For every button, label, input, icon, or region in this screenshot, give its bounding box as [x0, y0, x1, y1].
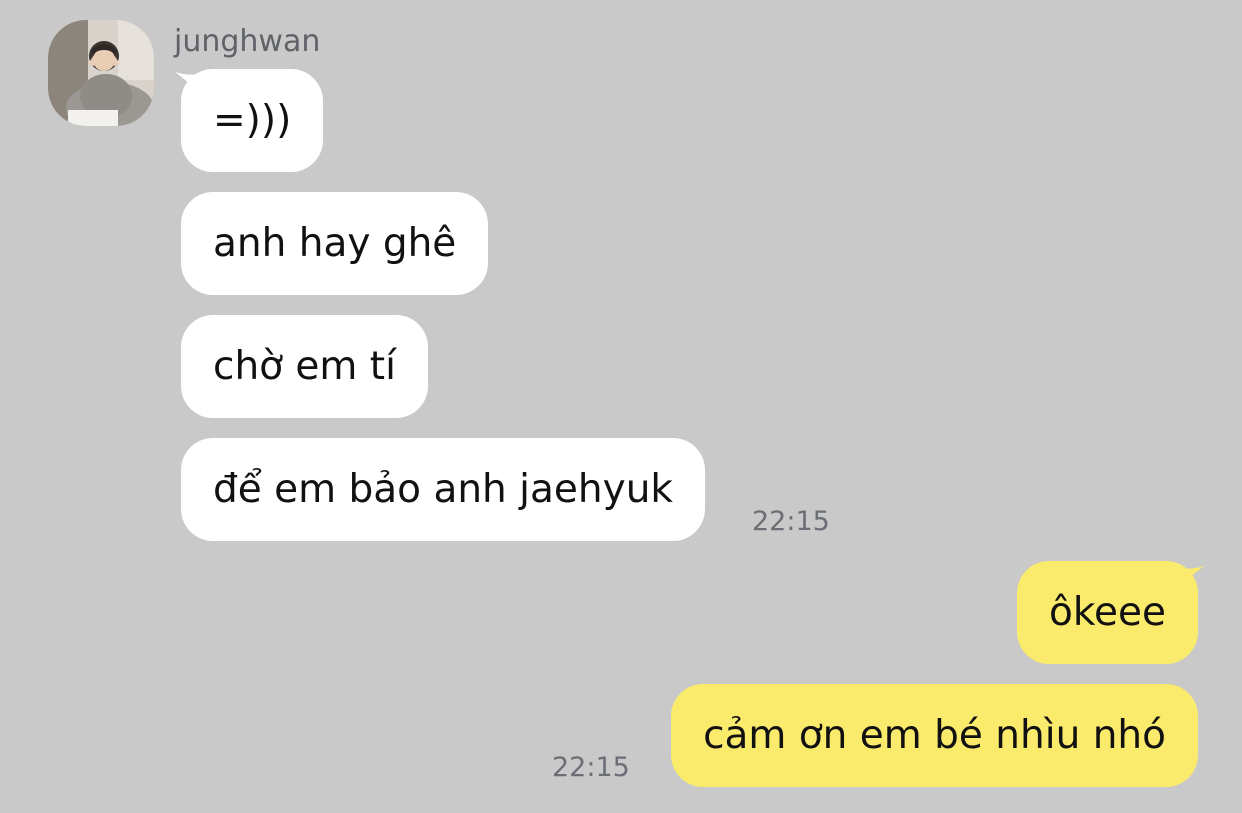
contact-avatar[interactable] [48, 20, 154, 126]
incoming-message-bubble[interactable]: chờ em tí [181, 315, 428, 418]
outgoing-timestamp: 22:15 [552, 752, 630, 783]
incoming-timestamp: 22:15 [752, 506, 830, 537]
profile-photo-icon [48, 20, 154, 126]
outgoing-message-bubble[interactable]: cảm ơn em bé nhìu nhó [671, 684, 1198, 787]
incoming-message-bubble[interactable]: để em bảo anh jaehyuk [181, 438, 706, 541]
incoming-message-bubble[interactable]: anh hay ghê [181, 192, 489, 295]
message-text: chờ em tí [213, 344, 396, 389]
incoming-message-bubble[interactable]: =))) [181, 69, 324, 172]
message-text: =))) [213, 98, 292, 143]
message-text: ôkeee [1048, 590, 1166, 635]
message-text: cảm ơn em bé nhìu nhó [703, 713, 1166, 758]
outgoing-message-bubble[interactable]: ôkeee [1016, 561, 1198, 664]
message-text: anh hay ghê [213, 221, 457, 266]
sender-name: junghwan [174, 24, 321, 59]
message-text: để em bảo anh jaehyuk [213, 467, 674, 512]
